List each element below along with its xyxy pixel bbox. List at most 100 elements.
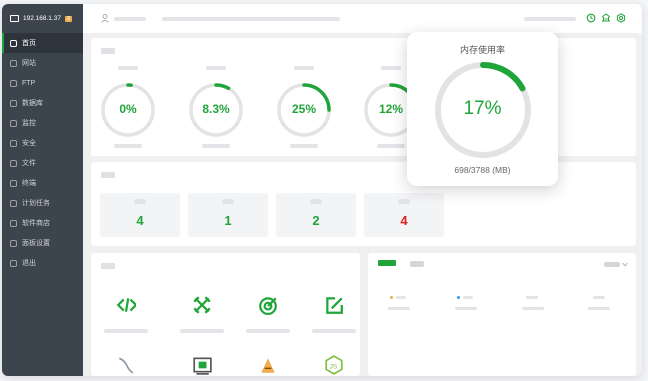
nodejs-icon: JS xyxy=(325,355,343,375)
sidebar-item-2[interactable]: FTP xyxy=(2,73,83,93)
sidebar-item-label: 监控 xyxy=(22,120,36,127)
sidebar-item-label: FTP xyxy=(22,79,36,87)
total-recv-label xyxy=(593,296,605,299)
terminal-icon xyxy=(193,357,212,375)
card-count: 2 xyxy=(312,213,320,228)
total-sent-value xyxy=(522,307,544,310)
software-item-2[interactable] xyxy=(243,293,293,333)
user-icon[interactable] xyxy=(101,14,109,23)
overview-card-3[interactable]: 4 xyxy=(364,193,444,237)
status-title-placeholder xyxy=(101,48,115,54)
download-label xyxy=(463,296,473,299)
sidebar-item-icon xyxy=(10,59,17,67)
gauge-title-placeholder xyxy=(294,66,314,70)
tomcat-icon xyxy=(261,358,275,373)
chevron-down-icon[interactable] xyxy=(622,262,628,267)
memory-detail: 698/3788 (MB) xyxy=(454,165,511,175)
software-item-3[interactable] xyxy=(309,293,359,333)
card-count: 4 xyxy=(136,213,144,228)
sidebar-item-label: 终端 xyxy=(22,180,36,187)
sidebar-item-7[interactable]: 终端 xyxy=(2,173,83,193)
total-sent-label xyxy=(526,296,538,299)
memory-usage-popup: 内存使用率 17% 698/3788 (MB) xyxy=(407,32,558,186)
tools-icon xyxy=(193,296,211,314)
gauge-title-placeholder xyxy=(381,66,401,70)
gauge-value: 25% xyxy=(291,102,317,116)
monitor-icon xyxy=(10,15,19,22)
status-gauge-0[interactable]: 0% xyxy=(100,66,156,148)
sidebar-item-8[interactable]: 计划任务 xyxy=(2,193,83,213)
gauge-title-placeholder xyxy=(206,66,226,70)
sidebar-item-label: 数据库 xyxy=(22,100,43,107)
card-count: 4 xyxy=(400,213,408,228)
tab-disk-io[interactable] xyxy=(410,261,424,267)
sidebar-item-9[interactable]: 软件商店 xyxy=(2,213,83,233)
gauge-value: 0% xyxy=(119,102,137,116)
software-item-0[interactable] xyxy=(101,293,151,333)
upload-value xyxy=(388,307,410,310)
sidebar-item-5[interactable]: 安全 xyxy=(2,133,83,153)
sidebar-item-0[interactable]: 首页 xyxy=(2,33,83,53)
sidebar-item-icon xyxy=(10,219,17,227)
software-item-1[interactable] xyxy=(177,293,227,333)
overview-card-0[interactable]: 4 xyxy=(100,193,180,237)
sidebar-item-icon xyxy=(10,239,17,247)
overview-card-1[interactable]: 1 xyxy=(188,193,268,237)
sidebar-item-icon xyxy=(10,139,17,147)
status-gauge-1[interactable]: 8.3% xyxy=(188,66,244,148)
host-address: 192.168.1.37 xyxy=(23,15,61,22)
sidebar-item-icon xyxy=(10,99,17,107)
download-dot xyxy=(457,296,460,299)
download-value xyxy=(455,307,477,310)
refresh-icon[interactable] xyxy=(586,13,596,23)
software-item-4[interactable] xyxy=(101,353,151,375)
gauge-sub-placeholder xyxy=(114,144,142,148)
settings-icon[interactable] xyxy=(616,13,626,23)
software-name-placeholder xyxy=(180,329,224,333)
popup-title: 内存使用率 xyxy=(459,45,505,55)
sidebar-item-4[interactable]: 监控 xyxy=(2,113,83,133)
sidebar-item-label: 软件商店 xyxy=(22,220,50,227)
software-name-placeholder xyxy=(246,329,290,333)
gauge-sub-placeholder xyxy=(290,144,318,148)
card-label-placeholder xyxy=(398,199,410,204)
overview-card-2[interactable]: 2 xyxy=(276,193,356,237)
total-recv-value xyxy=(588,307,610,310)
sidebar-item-3[interactable]: 数据库 xyxy=(2,93,83,113)
sidebar-item-1[interactable]: 网站 xyxy=(2,53,83,73)
sidebar-item-6[interactable]: 文件 xyxy=(2,153,83,173)
software-item-7[interactable]: JS xyxy=(309,353,359,375)
target-icon xyxy=(259,297,277,315)
mysql-icon xyxy=(118,357,134,374)
software-name-placeholder xyxy=(312,329,356,333)
status-gauge-2[interactable]: 25% xyxy=(276,66,332,148)
gauge-title-placeholder xyxy=(118,66,138,70)
card-count: 1 xyxy=(224,213,232,228)
card-label-placeholder xyxy=(222,199,234,204)
traffic-panel xyxy=(368,253,636,376)
card-label-placeholder xyxy=(134,199,146,204)
sidebar-item-label: 面板设置 xyxy=(22,240,50,247)
sidebar-item-icon xyxy=(10,259,17,267)
upload-dot xyxy=(390,296,393,299)
sidebar-item-icon xyxy=(10,79,17,87)
sidebar-item-icon xyxy=(10,159,17,167)
memory-percent: 17% xyxy=(463,98,502,119)
sidebar-item-label: 首页 xyxy=(22,40,36,47)
app-window: 192.168.1.37 2 首页网站 FTP 数据库监控安全 文件终端计划任务软件商… xyxy=(2,4,642,376)
software-item-6[interactable] xyxy=(243,353,293,375)
host-header[interactable]: 192.168.1.37 2 xyxy=(2,4,83,33)
sidebar-item-11[interactable]: 退出 xyxy=(2,253,83,273)
gauge-sub-placeholder xyxy=(202,144,230,148)
notification-badge[interactable]: 2 xyxy=(64,15,73,22)
uptime-placeholder xyxy=(524,17,576,21)
overview-title-placeholder xyxy=(101,172,115,178)
update-icon[interactable] xyxy=(601,13,611,23)
sidebar-item-10[interactable]: 面板设置 xyxy=(2,233,83,253)
gauge-value: 8.3% xyxy=(202,102,230,116)
svg-text:JS: JS xyxy=(330,363,338,370)
tab-traffic[interactable] xyxy=(378,260,396,266)
main-content: 0% 8.3% 25% 12% 4124 JS xyxy=(83,4,642,376)
software-item-5[interactable] xyxy=(177,353,227,375)
interface-select[interactable] xyxy=(604,262,620,267)
